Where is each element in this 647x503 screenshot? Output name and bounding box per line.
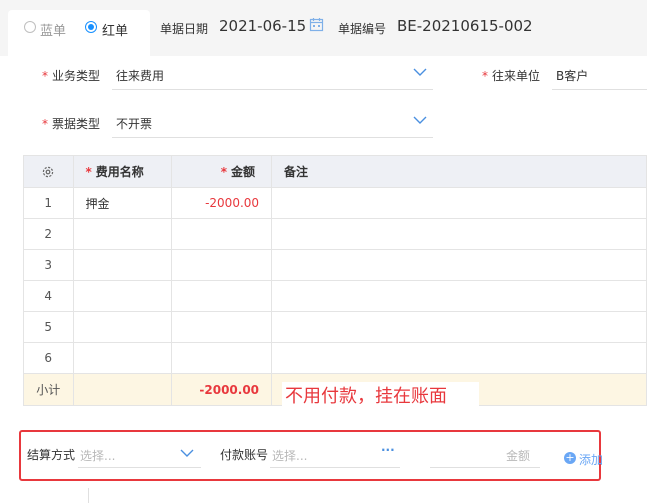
partner-input[interactable]: B客户	[556, 67, 588, 84]
table-row[interactable]: 1 押金 -2000.00	[23, 187, 647, 219]
col-header-amount: * 金额	[171, 155, 273, 188]
partner-underline	[552, 89, 647, 90]
table-header-row: * 费用名称 * 金额 备注	[23, 155, 647, 188]
business-type-underline	[112, 89, 433, 90]
payment-amount-input[interactable]: 金额	[506, 447, 530, 464]
add-icon[interactable]: +	[564, 452, 576, 464]
col-header-name: * 费用名称	[72, 155, 173, 188]
annotation-note: 不用付款，挂在账面	[282, 382, 479, 412]
invoice-type-select[interactable]: 不开票	[116, 115, 152, 132]
radio-red-bill[interactable]	[85, 21, 97, 33]
subtotal-amount: -2000.00	[171, 373, 273, 406]
business-type-select[interactable]: 往来费用	[116, 67, 164, 84]
calendar-icon[interactable]	[309, 17, 324, 35]
bill-type-tab	[8, 10, 150, 56]
col-header-remark: 备注	[271, 155, 647, 188]
settlement-method-label: 结算方式	[27, 448, 76, 462]
radio-blue-label[interactable]: 蓝单	[40, 20, 66, 39]
table-row[interactable]: 3	[23, 249, 647, 281]
gear-icon[interactable]	[41, 165, 55, 179]
more-icon[interactable]: ···	[381, 443, 395, 457]
partner-label: * 往来单位	[482, 69, 541, 83]
invoice-type-label: * 票据类型	[42, 117, 101, 131]
date-label: 单据日期	[160, 22, 209, 36]
divider	[88, 488, 89, 503]
bill-number: BE-20210615-002	[397, 17, 533, 35]
settlement-method-select[interactable]: 选择...	[80, 447, 115, 464]
column-settings[interactable]	[23, 155, 74, 188]
chevron-down-icon[interactable]	[180, 447, 194, 461]
settlement-method-underline	[78, 467, 201, 468]
payment-account-select[interactable]: 选择...	[272, 447, 307, 464]
chevron-down-icon[interactable]	[413, 66, 427, 80]
radio-red-label[interactable]: 红单	[102, 20, 128, 39]
chevron-down-icon[interactable]	[413, 114, 427, 128]
table-row[interactable]: 6	[23, 342, 647, 374]
number-label: 单据编号	[338, 22, 387, 36]
payment-account-label: 付款账号	[220, 448, 269, 462]
business-type-label: * 业务类型	[42, 69, 101, 83]
table-row[interactable]: 2	[23, 218, 647, 250]
payment-amount-underline	[430, 467, 540, 468]
payment-account-underline	[270, 467, 400, 468]
invoice-type-underline	[112, 137, 433, 138]
table-row[interactable]: 4	[23, 280, 647, 312]
table-row[interactable]: 5	[23, 311, 647, 343]
add-payment-button[interactable]: 添加	[579, 451, 603, 468]
date-input[interactable]: 2021-06-15	[219, 17, 306, 35]
expense-table: * 费用名称 * 金额 备注 1 押金 -2000.00 2 3 4 5 6 小…	[23, 155, 647, 406]
radio-blue-bill[interactable]	[24, 21, 36, 33]
